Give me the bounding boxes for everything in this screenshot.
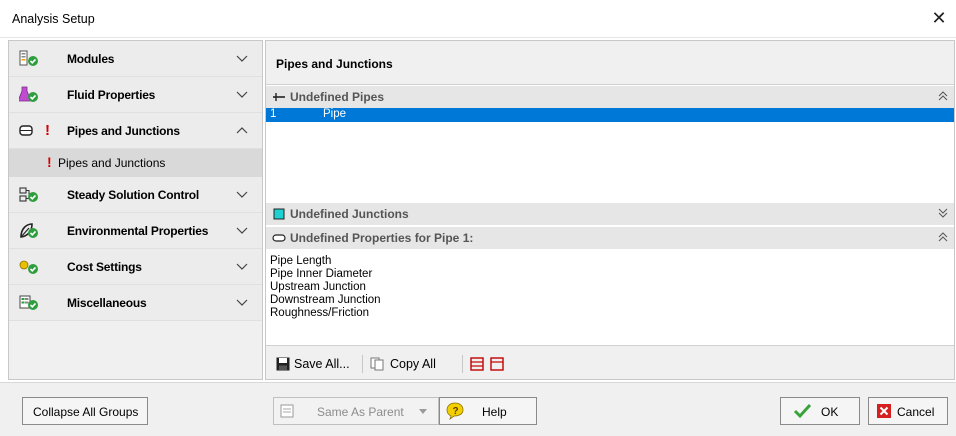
list-item: Pipe Length: [270, 255, 332, 267]
sidebar-item-fluid-properties[interactable]: Fluid Properties: [9, 77, 262, 113]
same-as-parent-label: Same As Parent: [317, 405, 404, 419]
save-all-label: Save All...: [294, 357, 350, 371]
expand-all-icon[interactable]: [470, 357, 484, 371]
leaf-icon: [20, 223, 38, 238]
junction-icon: [273, 208, 285, 220]
help-icon: ?: [446, 402, 464, 420]
dialog-footer: Collapse All Groups Same As Parent ? Hel…: [0, 382, 956, 436]
chevron-down-icon[interactable]: [236, 51, 248, 65]
panel-title: Pipes and Junctions: [276, 57, 393, 71]
help-button[interactable]: ? Help: [439, 397, 537, 425]
list-item: Downstream Junction: [270, 294, 381, 306]
sidebar-item-cost-settings[interactable]: Cost Settings: [9, 249, 262, 285]
list-item: Pipe Inner Diameter: [270, 268, 373, 280]
window-title: Analysis Setup: [12, 12, 95, 26]
sidebar-item-label: Steady Solution Control: [67, 188, 200, 202]
list-item: Upstream Junction: [270, 281, 366, 293]
close-icon[interactable]: ✕: [928, 8, 950, 30]
same-as-parent-dropdown[interactable]: Same As Parent: [273, 397, 439, 425]
misc-icon: [19, 295, 38, 310]
checkmark-icon: [793, 403, 811, 419]
sidebar: Modules Fluid Properties ! Pipes and Jun…: [8, 40, 263, 380]
undefined-properties-label: Undefined Properties for Pipe 1:: [290, 231, 474, 245]
sidebar-item-label: Environmental Properties: [67, 224, 209, 238]
undefined-junctions-label: Undefined Junctions: [290, 207, 409, 221]
chevron-down-icon[interactable]: [236, 223, 248, 237]
undefined-pipes-header[interactable]: Undefined Pipes: [266, 86, 954, 108]
sidebar-subitem-label: Pipes and Junctions: [58, 156, 166, 170]
modules-icon: [19, 50, 38, 66]
main-panel: Pipes and Junctions Undefined Pipes 1 Pi…: [265, 40, 955, 380]
ok-label: OK: [821, 405, 839, 419]
sidebar-item-label: Modules: [67, 52, 115, 66]
collapse-icon[interactable]: [938, 90, 948, 102]
undefined-junctions-header[interactable]: Undefined Junctions: [266, 203, 954, 225]
collapse-all-icon[interactable]: [490, 357, 504, 371]
collapse-all-groups-button[interactable]: Collapse All Groups: [22, 397, 148, 425]
flask-icon: [19, 86, 38, 102]
sidebar-item-pipes-and-junctions[interactable]: ! Pipes and Junctions: [9, 113, 262, 149]
undefined-properties-list: Pipe Length Pipe Inner Diameter Upstream…: [270, 255, 950, 320]
pipe-name: Pipe: [323, 108, 347, 120]
chevron-down-icon[interactable]: [236, 295, 248, 309]
sidebar-item-label: Miscellaneous: [67, 296, 147, 310]
cancel-button[interactable]: Cancel: [868, 397, 948, 425]
sidebar-item-miscellaneous[interactable]: Miscellaneous: [9, 285, 262, 321]
panel-toolbar: Save All... Copy All: [266, 345, 954, 379]
error-icon: !: [45, 122, 50, 139]
pipe-arrow-icon: [273, 93, 285, 101]
notes-icon: [280, 404, 294, 418]
pipe-icon: [272, 234, 286, 242]
pipe-icon: [19, 125, 33, 136]
error-icon: !: [47, 154, 52, 170]
title-bar: Analysis Setup ✕: [0, 0, 956, 38]
sidebar-item-steady-solution-control[interactable]: Steady Solution Control: [9, 177, 262, 213]
sidebar-subitem-pipes-and-junctions[interactable]: ! Pipes and Junctions: [9, 149, 262, 177]
sidebar-item-label: Cost Settings: [67, 260, 142, 274]
solution-control-icon: [19, 187, 38, 202]
expand-icon[interactable]: [938, 207, 948, 219]
chevron-down-icon: [419, 409, 427, 414]
list-item: Roughness/Friction: [270, 307, 370, 319]
sidebar-item-label: Pipes and Junctions: [67, 124, 180, 138]
ok-button[interactable]: OK: [780, 397, 860, 425]
sidebar-item-modules[interactable]: Modules: [9, 41, 262, 77]
chevron-up-icon[interactable]: [236, 123, 248, 137]
toolbar-divider: [362, 355, 363, 373]
undefined-pipes-label: Undefined Pipes: [290, 90, 385, 104]
collapse-icon[interactable]: [938, 231, 948, 243]
cost-icon: [19, 260, 38, 274]
toolbar-divider: [462, 355, 463, 373]
panel-header: Pipes and Junctions: [266, 41, 954, 85]
collapse-all-groups-label: Collapse All Groups: [33, 405, 139, 419]
chevron-down-icon[interactable]: [236, 187, 248, 201]
undefined-properties-header[interactable]: Undefined Properties for Pipe 1:: [266, 227, 954, 249]
cancel-label: Cancel: [897, 405, 935, 419]
chevron-down-icon[interactable]: [236, 87, 248, 101]
table-row[interactable]: 1 Pipe: [266, 108, 954, 122]
chevron-down-icon[interactable]: [236, 259, 248, 273]
sidebar-item-environmental-properties[interactable]: Environmental Properties: [9, 213, 262, 249]
svg-text:?: ?: [453, 406, 459, 417]
sidebar-item-label: Fluid Properties: [67, 88, 156, 102]
cancel-icon: [877, 404, 891, 418]
help-label: Help: [482, 405, 507, 419]
copy-icon: [370, 357, 384, 371]
floppy-disk-icon: [276, 357, 290, 371]
pipe-number: 1: [270, 108, 277, 120]
copy-all-label: Copy All: [390, 357, 436, 371]
